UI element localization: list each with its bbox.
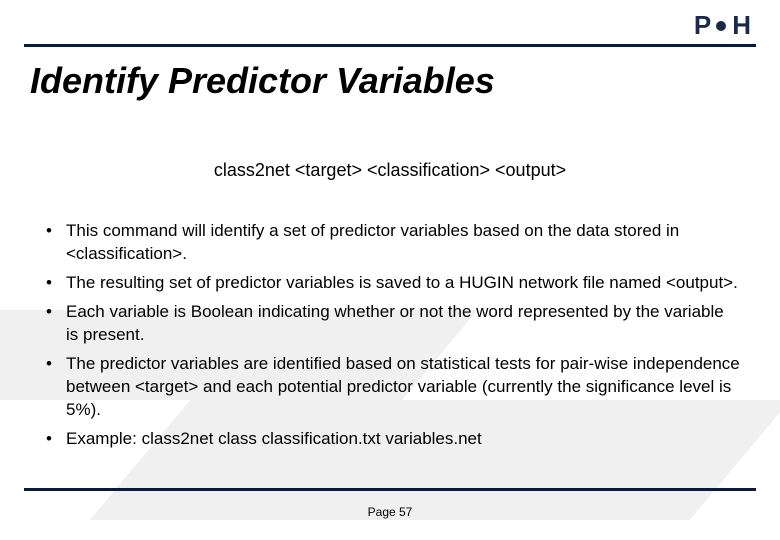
list-item: The predictor variables are identified b… — [40, 353, 740, 422]
logo-letter-p: P — [694, 10, 710, 41]
list-item: Example: class2net class classification.… — [40, 428, 740, 451]
list-item: Each variable is Boolean indicating whet… — [40, 301, 740, 347]
slide-title: Identify Predictor Variables — [30, 60, 495, 102]
list-item: The resulting set of predictor variables… — [40, 272, 740, 295]
bullet-list: This command will identify a set of pred… — [40, 220, 740, 456]
bottom-divider — [24, 488, 756, 491]
list-item: This command will identify a set of pred… — [40, 220, 740, 266]
logo-letter-h: H — [732, 10, 750, 41]
logo-dot-icon — [716, 21, 726, 31]
top-divider — [24, 44, 756, 47]
page-number: Page 57 — [0, 505, 780, 519]
logo: P H — [694, 10, 750, 41]
command-syntax: class2net <target> <classification> <out… — [0, 160, 780, 181]
